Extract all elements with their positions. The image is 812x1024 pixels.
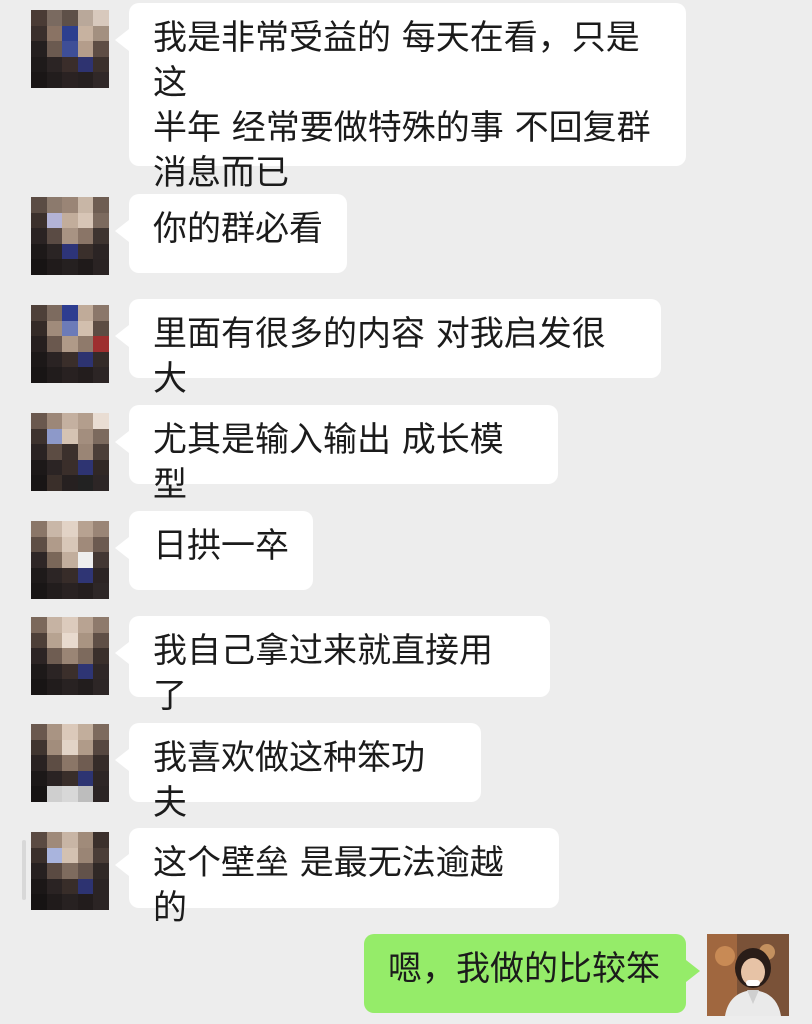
avatar-pixelated[interactable]	[31, 413, 109, 491]
avatar-self[interactable]	[707, 934, 789, 1016]
message-bubble-outgoing[interactable]: 嗯，我做的比较笨	[364, 934, 700, 1013]
message-bubble[interactable]: 你的群必看	[115, 194, 347, 273]
avatar-pixelated[interactable]	[31, 305, 109, 383]
avatar-pixelated[interactable]	[31, 10, 109, 88]
message-bubble[interactable]: 里面有很多的内容 对我启发很大	[115, 299, 661, 399]
chat-conversation: 我是非常受益的 每天在看，只是这 半年 经常要做特殊的事 不回复群 消息而已 你…	[0, 0, 812, 1024]
avatar-pixelated[interactable]	[31, 617, 109, 695]
avatar-pixelated[interactable]	[31, 197, 109, 275]
message-bubble[interactable]: 我是非常受益的 每天在看，只是这 半年 经常要做特殊的事 不回复群 消息而已	[115, 3, 686, 193]
avatar-pixelated[interactable]	[31, 521, 109, 599]
avatar-photo-icon	[707, 934, 789, 1016]
avatar-pixelated[interactable]	[31, 832, 109, 910]
message-bubble[interactable]: 尤其是输入输出 成长模型	[115, 405, 558, 505]
message-bubble[interactable]: 我自己拿过来就直接用了	[115, 616, 550, 716]
message-bubble[interactable]: 日拱一卒	[115, 511, 313, 590]
message-bubble[interactable]: 我喜欢做这种笨功夫	[115, 723, 481, 823]
message-bubble[interactable]: 这个壁垒 是最无法逾越的	[115, 828, 559, 928]
scroll-edge-divider	[22, 840, 26, 900]
avatar-pixelated[interactable]	[31, 724, 109, 802]
